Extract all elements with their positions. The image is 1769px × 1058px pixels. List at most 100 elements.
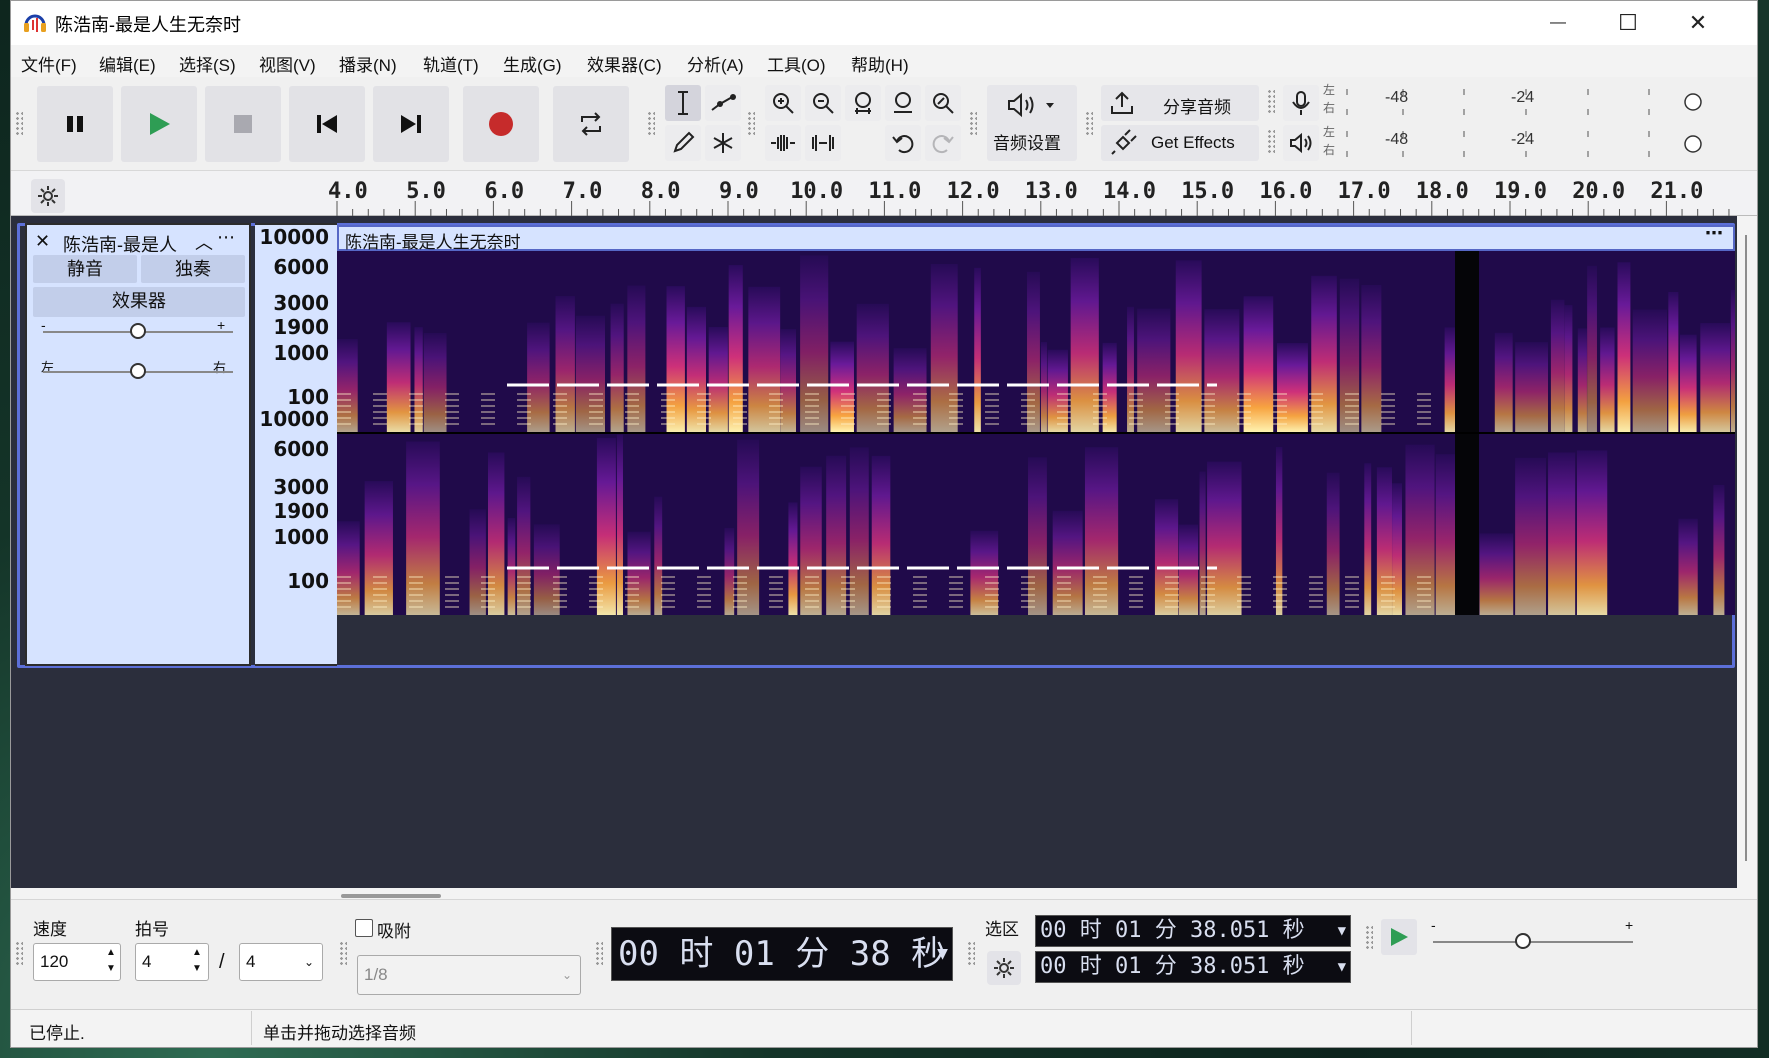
selection-tool-button[interactable] xyxy=(665,85,701,121)
time-display[interactable]: 00 时 01 分 38 秒 ▼ xyxy=(611,927,953,981)
close-window-button[interactable]: ✕ xyxy=(1663,1,1733,45)
toolbar-grip[interactable] xyxy=(15,111,23,137)
mute-button[interactable]: 静音 xyxy=(33,255,137,283)
frequency-scale[interactable]: 10000 6000 3000 1900 1000 100 10000 6000… xyxy=(255,223,337,666)
menu-record[interactable]: 播录(N) xyxy=(339,51,397,76)
tempo-stepper[interactable]: ▲ ▼ xyxy=(101,945,121,979)
snap-checkbox[interactable] xyxy=(355,919,373,937)
stop-button[interactable] xyxy=(205,86,281,162)
spectrogram-band xyxy=(1730,289,1735,432)
toolbar-grip-7[interactable] xyxy=(1267,129,1275,155)
spectrogram-band xyxy=(724,527,735,615)
menu-tools[interactable]: 工具(O) xyxy=(767,51,826,76)
spectrogram-band xyxy=(627,285,646,432)
spectrogram-band xyxy=(527,322,550,432)
zoom-in-button[interactable] xyxy=(765,85,801,121)
playback-meter-button[interactable] xyxy=(1283,125,1319,161)
pan-slider-thumb[interactable] xyxy=(130,363,146,379)
redo-button[interactable] xyxy=(925,125,961,161)
menu-help[interactable]: 帮助(H) xyxy=(851,51,909,76)
undo-button[interactable] xyxy=(885,125,921,161)
loop-button[interactable] xyxy=(553,86,629,162)
menu-file[interactable]: 文件(F) xyxy=(21,51,77,76)
selection-start-time[interactable]: 00 时 01 分 38.051 秒 ▼ xyxy=(1035,915,1351,947)
envelope-tool-button[interactable] xyxy=(705,85,741,121)
track-menu-button[interactable]: ⋯ xyxy=(217,227,235,248)
menu-analyze[interactable]: 分析(A) xyxy=(687,51,744,76)
bottom-grip-4[interactable] xyxy=(967,941,975,967)
zoom-toggle-button[interactable] xyxy=(925,85,961,121)
spectrogram-band xyxy=(1617,262,1631,432)
time-sig-stepper[interactable]: ▲ ▼ xyxy=(187,945,207,979)
toolbar-grip-6[interactable] xyxy=(1267,89,1275,115)
play-speed-slider-track[interactable] xyxy=(1433,941,1633,943)
menu-edit[interactable]: 编辑(E) xyxy=(99,51,156,76)
bottom-grip-2[interactable] xyxy=(339,941,347,967)
status-hint: 单击并拖动选择音频 xyxy=(263,1024,416,1043)
menu-view[interactable]: 视图(V) xyxy=(259,51,316,76)
more-icon: ⋯ xyxy=(1705,223,1723,243)
tempo-value: 120 xyxy=(40,952,69,971)
gain-slider-thumb[interactable] xyxy=(130,323,146,339)
record-button[interactable] xyxy=(463,86,539,162)
spectrogram-band xyxy=(1587,265,1597,432)
pause-button[interactable] xyxy=(37,86,113,162)
toolbar-grip-4[interactable] xyxy=(969,111,977,137)
maximize-button[interactable]: ☐ xyxy=(1593,1,1663,45)
audio-settings-button[interactable]: 音频设置 xyxy=(987,85,1077,161)
selection-end-time[interactable]: 00 时 01 分 38.051 秒 ▼ xyxy=(1035,951,1351,983)
envelope-icon xyxy=(711,94,736,111)
toolbar-grip-2[interactable] xyxy=(647,111,655,137)
trim-audio-button[interactable] xyxy=(765,125,801,161)
bottom-grip-5[interactable] xyxy=(1365,925,1373,951)
chevron-down-icon: ⌄ xyxy=(561,968,572,982)
time-sig-denominator[interactable]: 4 ⌄ xyxy=(239,943,323,981)
freq-label: 3000 xyxy=(273,475,329,499)
play-at-speed-button[interactable] xyxy=(1381,919,1417,955)
solo-button[interactable]: 独奏 xyxy=(141,255,245,283)
record-meter-button[interactable] xyxy=(1283,85,1319,121)
more-icon: ⋯ xyxy=(217,227,235,247)
multi-tool-button[interactable] xyxy=(705,125,741,161)
track-close-button[interactable]: ✕ xyxy=(35,231,50,252)
get-effects-button[interactable]: Get Effects xyxy=(1101,125,1259,161)
skip-to-end-button[interactable] xyxy=(373,86,449,162)
fit-project-button[interactable] xyxy=(885,85,921,121)
effects-button[interactable]: 效果器 xyxy=(33,287,245,317)
ruler-label: 13.0 xyxy=(1024,179,1078,204)
timeline-settings-button[interactable] xyxy=(31,179,65,213)
menu-tracks[interactable]: 轨道(T) xyxy=(423,51,479,76)
track-name-menu[interactable]: 陈浩南-最是人 xyxy=(63,231,177,257)
play-speed-slider-thumb[interactable] xyxy=(1515,933,1531,949)
snap-value: 1/8 xyxy=(364,965,388,984)
menu-effects[interactable]: 效果器(C) xyxy=(587,51,662,76)
minimize-button[interactable]: — xyxy=(1523,1,1593,45)
toolbar-grip-5[interactable] xyxy=(1085,111,1093,137)
menu-select[interactable]: 选择(S) xyxy=(179,51,236,76)
menu-generate[interactable]: 生成(G) xyxy=(503,51,562,76)
play-button[interactable] xyxy=(121,86,197,162)
toolbar-grip-3[interactable] xyxy=(747,111,755,137)
fit-selection-button[interactable] xyxy=(845,85,881,121)
silence-audio-button[interactable] xyxy=(805,125,841,161)
snap-select[interactable]: 1/8 ⌄ xyxy=(357,955,581,995)
bottom-grip-1[interactable] xyxy=(15,941,23,967)
selection-settings-button[interactable] xyxy=(987,951,1021,985)
draw-tool-button[interactable] xyxy=(665,125,701,161)
freq-label: 100 xyxy=(287,569,329,593)
clip-menu-button[interactable]: ⋯ xyxy=(1705,223,1723,244)
asterisk-icon xyxy=(713,133,733,153)
bottom-grip-3[interactable] xyxy=(595,941,603,967)
collapse-track-button[interactable]: ︿ xyxy=(195,229,213,255)
clip-title-bar[interactable]: 陈浩南-最是人生无奈时 ⋯ xyxy=(337,223,1735,252)
skip-to-start-button[interactable] xyxy=(289,86,365,162)
spectrogram-band xyxy=(575,315,606,432)
horizontal-scrollbar-thumb[interactable] xyxy=(341,894,441,898)
title-bar: 陈浩南-最是人生无奈时 — ☐ ✕ xyxy=(11,1,1757,45)
spectrogram-view[interactable] xyxy=(337,251,1735,666)
zoom-out-button[interactable] xyxy=(805,85,841,121)
silence-icon xyxy=(812,135,834,151)
vertical-scrollbar[interactable] xyxy=(1741,231,1751,871)
ruler-label: 10.0 xyxy=(790,179,844,204)
share-audio-button[interactable]: 分享音频 xyxy=(1101,85,1259,121)
